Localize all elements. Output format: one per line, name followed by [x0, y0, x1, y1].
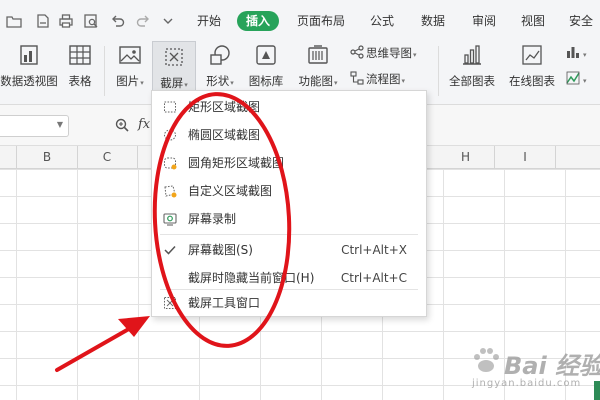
paw-logo-icon [474, 348, 499, 372]
highlight-ellipse [152, 92, 292, 348]
pointer-arrow-shaft [55, 324, 136, 372]
watermark-text: Bai 经验 [504, 352, 600, 380]
watermark-url: jingyan.baidu.com [472, 378, 582, 389]
baidu-watermark: Bai 经验 jingyan.baidu.com [452, 338, 600, 400]
